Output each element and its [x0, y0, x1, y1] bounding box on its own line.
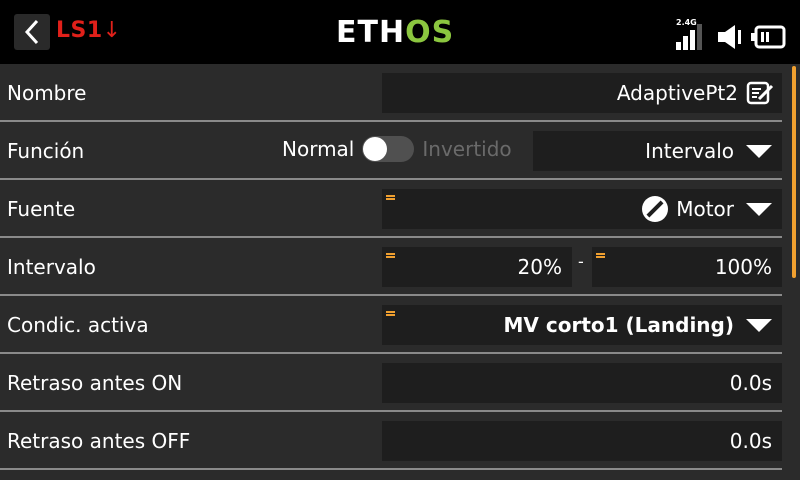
active-condition-label: Condic. activa [7, 313, 149, 337]
row-function: Función Normal Invertido Intervalo [0, 122, 788, 180]
back-button[interactable] [14, 14, 50, 50]
throttle-source-icon [642, 196, 669, 222]
settings-panel: Nombre AdaptivePt2 Función Normal Invert… [0, 64, 800, 480]
function-dropdown[interactable]: Intervalo [533, 131, 782, 171]
toggle-inverted-label: Invertido [422, 137, 512, 161]
delay-on-label: Retraso antes ON [7, 371, 183, 395]
range-max-field[interactable]: 100% [592, 247, 782, 287]
options-marker-icon [386, 311, 395, 318]
toggle-switch[interactable] [362, 136, 415, 162]
chevron-down-icon [746, 144, 772, 158]
delay-on-field[interactable]: 0.0s [382, 363, 782, 403]
row-delay-off: Retraso antes OFF 0.0s [0, 412, 788, 470]
toggle-knob [363, 137, 388, 161]
source-label: Fuente [7, 197, 76, 221]
function-value: Intervalo [645, 139, 734, 163]
delay-off-label: Retraso antes OFF [7, 429, 191, 453]
ethos-logo: ETHOS [336, 15, 455, 50]
back-icon [24, 19, 39, 45]
name-field[interactable]: AdaptivePt2 [382, 73, 782, 113]
options-marker-icon [386, 253, 395, 260]
row-source: Fuente Motor [0, 180, 788, 238]
signal-bars-icon: 2.4G [676, 18, 710, 50]
active-condition-value: MV corto1 (Landing) [503, 313, 734, 337]
top-bar: LS1↓ ETHOS 2.4G [0, 0, 800, 64]
range-max-value: 100% [714, 255, 772, 279]
speaker-icon [718, 25, 741, 49]
toggle-normal-label: Normal [282, 137, 355, 161]
name-label: Nombre [7, 81, 87, 105]
source-value: Motor [676, 197, 734, 221]
scrollbar[interactable] [792, 66, 796, 278]
row-delay-on: Retraso antes ON 0.0s [0, 354, 788, 412]
battery-icon [751, 25, 786, 49]
function-label: Función [7, 139, 85, 163]
row-range: Intervalo 20% - 100% [0, 238, 788, 296]
range-label: Intervalo [7, 255, 96, 279]
chevron-down-icon [746, 202, 772, 216]
name-value: AdaptivePt2 [616, 81, 738, 105]
row-name: Nombre AdaptivePt2 [0, 64, 788, 122]
range-separator: - [578, 252, 584, 271]
delay-on-value: 0.0s [729, 371, 772, 395]
active-condition-dropdown[interactable]: MV corto1 (Landing) [382, 305, 782, 345]
edit-icon [746, 81, 774, 105]
range-min-value: 20% [517, 255, 562, 279]
divider [0, 468, 782, 470]
logic-switch-name: LS1 [56, 18, 103, 43]
delay-off-value: 0.0s [729, 429, 772, 453]
status-icons: 2.4G [676, 14, 786, 50]
options-marker-icon [386, 195, 395, 202]
row-active-condition: Condic. activa MV corto1 (Landing) [0, 296, 788, 354]
source-dropdown[interactable]: Motor [382, 189, 782, 229]
logic-switch-title: LS1↓ [56, 18, 122, 43]
range-min-field[interactable]: 20% [382, 247, 572, 287]
invert-toggle[interactable]: Normal Invertido [282, 136, 512, 162]
down-arrow-icon: ↓ [102, 18, 122, 43]
delay-off-field[interactable]: 0.0s [382, 421, 782, 461]
options-marker-icon [596, 253, 605, 260]
chevron-down-icon [746, 318, 772, 332]
